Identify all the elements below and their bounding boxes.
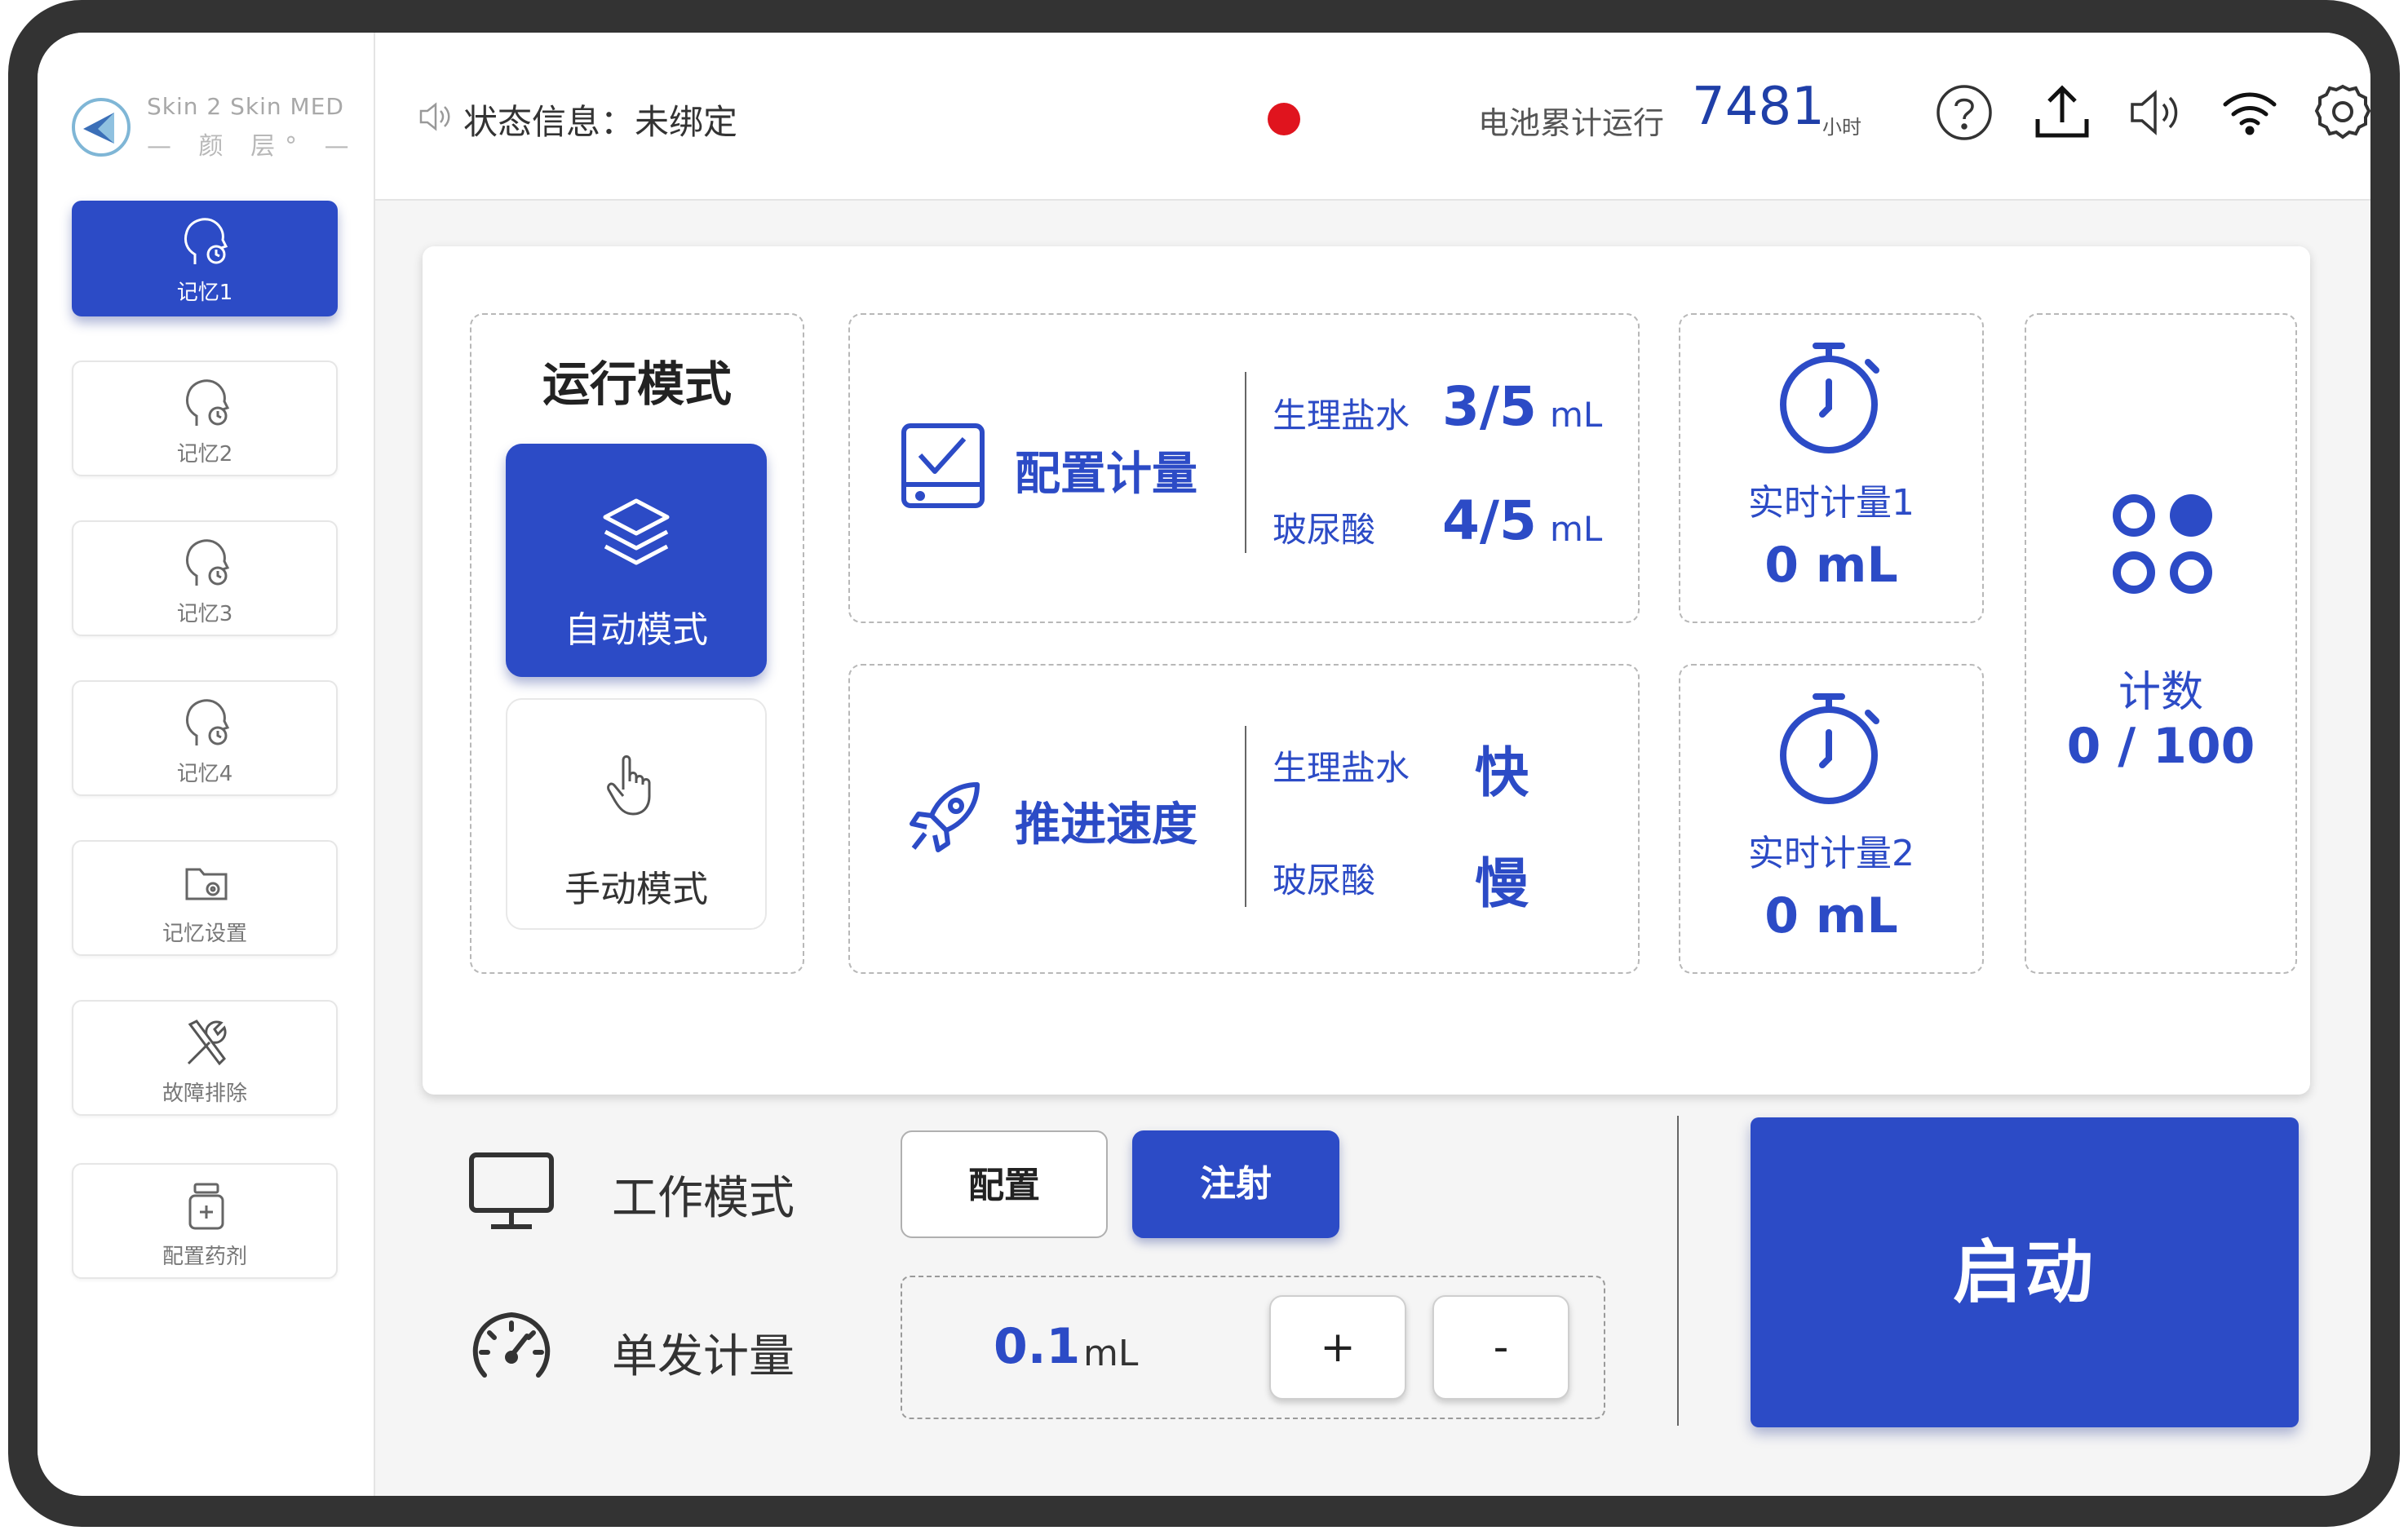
counter-panel: 计数 0 / 100 (2025, 313, 2297, 974)
battery-runtime-label: 电池累计运行 (1478, 105, 1665, 141)
realtime-dose-2-value: 0 mL (1764, 887, 1898, 944)
sidebar-item-label: 记忆2 (176, 442, 233, 467)
sidebar-item-troubleshooting[interactable]: 故障排除 (72, 1000, 338, 1116)
sidebar-item-configure-medicine[interactable]: 配置药剂 (72, 1163, 338, 1279)
stopwatch-icon (1780, 693, 1879, 804)
realtime-dose-1-value: 0 mL (1764, 537, 1898, 594)
medicine-bottle-icon (188, 1183, 224, 1230)
dots-grid-icon (2113, 494, 2212, 594)
auto-mode-label: 自动模式 (564, 609, 708, 651)
sidebar-item-label: 故障排除 (162, 1082, 247, 1106)
logo-icon (72, 98, 131, 157)
decrease-dose-button[interactable]: - (1432, 1295, 1569, 1400)
head-clock-icon (184, 218, 228, 264)
counter-value: 0 / 100 (2066, 718, 2255, 775)
auto-mode-button[interactable]: 自动模式 (506, 444, 767, 677)
single-dose-label: 单发计量 (612, 1330, 795, 1383)
saline-dose-value: 3/5 (1442, 375, 1537, 438)
sidebar-item-memory-2[interactable]: 记忆2 (72, 361, 338, 476)
hand-pointer-icon (607, 755, 651, 816)
saline-label: 生理盐水 (1273, 396, 1410, 436)
sidebar-item-label: 记忆4 (176, 762, 233, 786)
divider (1677, 1116, 1679, 1426)
single-dose-stepper: 0.1 mL + - (901, 1276, 1605, 1419)
run-mode-panel: 运行模式 自动模式 手动模式 (470, 313, 804, 974)
tools-icon (187, 1020, 227, 1066)
brand-name: Skin 2 Skin MED (147, 93, 344, 120)
realtime-dose-2-label: 实时计量2 (1748, 833, 1914, 874)
sidebar-item-memory-4[interactable]: 记忆4 (72, 680, 338, 796)
app-screen: Skin 2 Skin MED — 颜 层° — 记忆1 记忆2 记忆3 记忆4… (38, 33, 2370, 1496)
battery-runtime-unit: 小时 (1822, 116, 1861, 139)
sidebar-item-label: 记忆1 (176, 281, 233, 305)
work-mode-config-button[interactable]: 配置 (901, 1130, 1108, 1238)
config-dose-title: 配置计量 (1015, 448, 1197, 501)
stopwatch-icon (1780, 343, 1879, 453)
saline-dose-unit: mL (1550, 395, 1603, 435)
run-mode-title: 运行模式 (542, 356, 732, 412)
status-info: 状态信息：未绑定 (463, 102, 738, 142)
manual-mode-button[interactable]: 手动模式 (506, 698, 767, 930)
head-clock-icon (185, 539, 230, 586)
increase-dose-button[interactable]: + (1269, 1295, 1406, 1400)
top-bar: 状态信息：未绑定 电池累计运行 7481 小时 (375, 33, 2370, 201)
sidebar-item-memory-1[interactable]: 记忆1 (72, 201, 338, 316)
sidebar-item-label: 记忆3 (176, 602, 233, 626)
help-icon[interactable] (1933, 82, 1995, 144)
realtime-dose-2-panel: 实时计量2 0 mL (1679, 664, 1984, 974)
volume-icon[interactable] (2126, 82, 2188, 144)
speaker-icon (419, 102, 450, 131)
sidebar: Skin 2 Skin MED — 颜 层° — 记忆1 记忆2 记忆3 记忆4… (38, 33, 375, 1496)
wifi-icon[interactable] (2219, 82, 2281, 144)
hyaluronic-speed-label: 玻尿酸 (1273, 860, 1376, 900)
rocket-icon (910, 782, 980, 852)
sidebar-item-memory-3[interactable]: 记忆3 (72, 520, 338, 636)
brand-subname: — 颜 层° — (147, 132, 359, 161)
counter-label: 计数 (2118, 668, 2203, 717)
config-dose-panel: 配置计量 生理盐水 3/5 mL 玻尿酸 4/5 mL (848, 313, 1640, 623)
hyaluronic-dose-value: 4/5 (1442, 489, 1537, 552)
push-speed-title: 推进速度 (1015, 798, 1197, 852)
work-mode-inject-button[interactable]: 注射 (1132, 1130, 1339, 1238)
speedometer-icon (472, 1312, 551, 1378)
manual-mode-label: 手动模式 (564, 869, 708, 910)
start-button[interactable]: 启动 (1751, 1117, 2299, 1427)
layers-icon (603, 498, 670, 565)
record-indicator (1268, 103, 1300, 135)
monitor-icon (469, 1152, 554, 1229)
head-clock-icon (185, 699, 230, 745)
push-speed-panel: 推进速度 生理盐水 快 玻尿酸 慢 (848, 664, 1640, 974)
checklist-icon (901, 423, 985, 508)
sidebar-item-label: 配置药剂 (162, 1245, 247, 1269)
saline-speed-value: 快 (1475, 741, 1529, 804)
head-clock-icon (185, 379, 230, 426)
folder-gear-icon (185, 868, 228, 900)
single-dose-value: 0.1 (994, 1318, 1081, 1375)
settings-icon[interactable] (2312, 82, 2370, 144)
realtime-dose-1-label: 实时计量1 (1748, 482, 1914, 524)
single-dose-unit: mL (1083, 1333, 1139, 1374)
device-frame: Skin 2 Skin MED — 颜 层° — 记忆1 记忆2 记忆3 记忆4… (8, 0, 2400, 1527)
realtime-dose-1-panel: 实时计量1 0 mL (1679, 313, 1984, 623)
divider (1245, 726, 1246, 907)
divider (1245, 372, 1246, 553)
work-mode-label: 工作模式 (612, 1172, 795, 1225)
main-panel: 运行模式 自动模式 手动模式 配置计量 生理盐水 3/5 mL 玻尿酸 4/5 … (423, 246, 2310, 1095)
brand-logo: Skin 2 Skin MED — 颜 层° — (69, 85, 349, 163)
hyaluronic-label: 玻尿酸 (1273, 510, 1376, 550)
hyaluronic-dose-unit: mL (1550, 509, 1603, 549)
battery-runtime-value: 7481 (1692, 77, 1825, 137)
hyaluronic-speed-value: 慢 (1475, 852, 1529, 915)
sidebar-item-label: 记忆设置 (162, 922, 247, 946)
saline-speed-label: 生理盐水 (1273, 748, 1410, 788)
upload-icon[interactable] (2031, 82, 2093, 144)
sidebar-item-memory-settings[interactable]: 记忆设置 (72, 840, 338, 956)
